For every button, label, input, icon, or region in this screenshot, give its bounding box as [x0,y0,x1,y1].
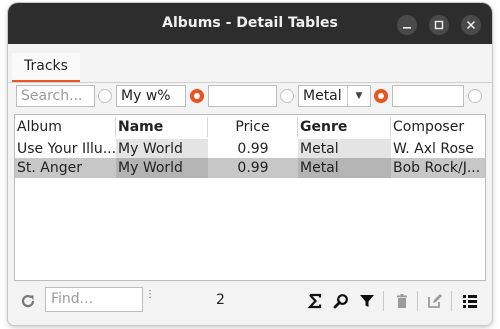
list-icon [463,295,477,308]
cell-name: My World [116,139,208,159]
minimize-button[interactable] [397,15,417,35]
column-header-album[interactable]: Album [15,117,116,137]
close-button[interactable] [461,15,481,35]
record-count: 2 [216,292,225,308]
table-header: Album Name Price Genre Composer [15,117,485,137]
filter-radio-1[interactable] [98,89,112,103]
filter-radio-5[interactable] [468,89,482,103]
search-button[interactable] [331,291,351,311]
columns-button[interactable] [460,291,480,311]
cell-album: Use Your Illu... [17,141,116,157]
tab-tracks[interactable]: Tracks [12,53,80,82]
maximize-icon [434,20,444,30]
resize-grip-icon[interactable]: ⋮ [145,290,155,308]
column-header-name[interactable]: Name [116,117,208,137]
refresh-icon [21,294,35,308]
filter-radio-3[interactable] [280,89,294,103]
cell-genre: Metal [298,158,391,178]
toolbar-separator [383,291,384,311]
price-filter-input[interactable] [208,85,277,107]
filter-button[interactable] [357,291,377,311]
search-icon [333,294,348,309]
cell-genre: Metal [298,139,391,159]
genre-select-value: Metal [303,88,342,104]
sum-icon [307,293,322,309]
app-window: Albums - Detail Tables Tracks Search... … [8,3,492,325]
cell-album: St. Anger [17,160,82,176]
cell-composer: W. Axl Rose [393,141,474,157]
tracks-table[interactable]: Album Name Price Genre Composer Use Your… [14,114,486,281]
composer-filter-input[interactable] [392,85,464,107]
search-input[interactable]: Search... [16,85,95,107]
column-header-genre[interactable]: Genre [298,117,391,137]
table-row[interactable]: Use Your Illu... My World 0.99 Metal W. … [15,139,485,159]
status-bar: Find... ⋮ 2 [8,283,492,319]
genre-select[interactable]: Metal ▼ [298,85,371,107]
edit-icon [428,294,442,308]
find-input[interactable]: Find... [45,287,143,312]
refresh-button[interactable] [18,291,38,311]
column-header-composer[interactable]: Composer [391,117,485,137]
edit-button[interactable] [425,291,445,311]
cell-price: 0.99 [237,160,269,176]
sum-button[interactable] [305,291,325,311]
title-bar[interactable]: Albums - Detail Tables [8,3,492,44]
delete-button[interactable] [392,291,412,311]
window-title: Albums - Detail Tables [162,15,338,31]
cell-composer: Bob Rock/J... [393,160,481,176]
toolbar-separator [417,291,418,311]
close-icon [466,20,476,30]
tab-bar: Tracks [8,44,492,83]
chevron-down-icon: ▼ [347,86,370,106]
table-row-selected[interactable]: St. Anger My World 0.99 Metal Bob Rock/J… [15,158,485,178]
maximize-button[interactable] [429,15,449,35]
cell-name: My World [116,158,208,178]
cell-price: 0.99 [237,141,269,157]
minimize-icon [403,27,411,29]
filter-icon [360,295,374,307]
trash-icon [397,294,407,308]
filter-radio-2[interactable] [190,89,204,103]
filter-row: Search... My w% Metal ▼ [8,83,492,113]
name-filter-input[interactable]: My w% [116,85,186,107]
toolbar-separator [451,291,452,311]
filter-radio-4[interactable] [374,89,388,103]
column-header-price[interactable]: Price [208,117,298,137]
